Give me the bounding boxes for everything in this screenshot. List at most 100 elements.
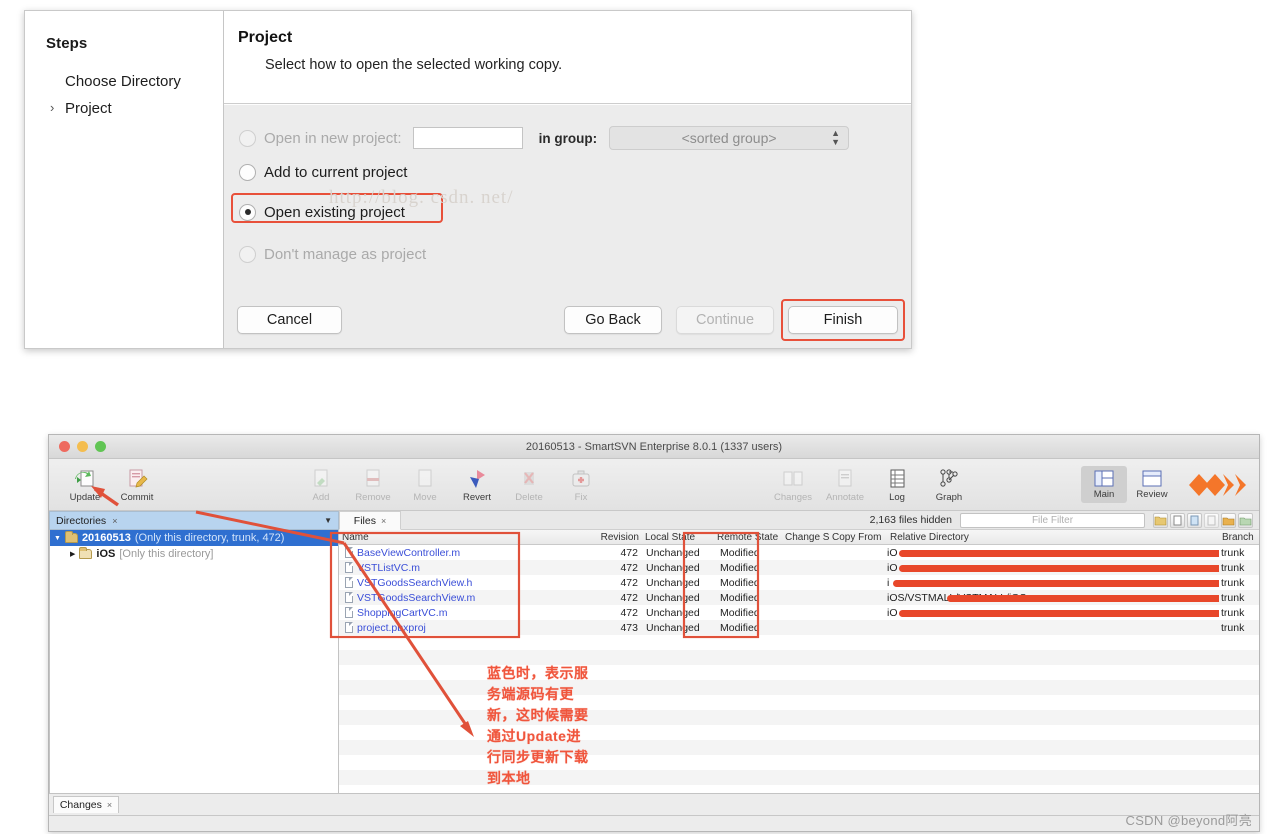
option-label: Add to current project <box>264 163 408 181</box>
close-tab-icon[interactable]: × <box>381 516 386 526</box>
tab-directories[interactable]: Directories × ▼ <box>49 511 339 530</box>
relative-dir-text: i <box>887 576 890 589</box>
view-button-label: Main <box>1093 489 1115 500</box>
wizard-header: Project Select how to open the selected … <box>224 11 911 104</box>
toolbar-label: Commit <box>120 491 154 503</box>
option-open-in-new-project[interactable]: Open in new project: in group: <sorted g… <box>236 121 911 155</box>
directory-row-root[interactable]: ▼ 20160513 (Only this directory, trunk, … <box>50 530 338 546</box>
toolbar-revert-button[interactable]: Revert <box>451 467 503 503</box>
table-row[interactable]: VSTGoodsSearchView.h 472 Unchanged Modif… <box>339 575 1259 590</box>
group-select-value: <sorted group> <box>681 130 777 146</box>
tab-files[interactable]: Files × <box>339 511 401 530</box>
file-name: project.pbxproj <box>357 621 426 634</box>
file-local-state: Unchanged <box>646 606 700 619</box>
toolbar-label: Move <box>413 491 437 503</box>
table-row[interactable]: VSTGoodsSearchView.m 472 Unchanged Modif… <box>339 590 1259 605</box>
cancel-button[interactable]: Cancel <box>237 306 342 334</box>
file-name: VSTListVC.m <box>357 561 421 574</box>
wizard-title: Project <box>238 29 293 46</box>
steps-heading: Steps <box>46 35 88 52</box>
file-relative-directory: iO <box>887 547 1219 559</box>
show-files-icon[interactable] <box>1170 512 1185 528</box>
toolbar-commit-button[interactable]: Commit <box>111 467 163 503</box>
table-row[interactable]: ShoppingCartVC.m 472 Unchanged Modified … <box>339 605 1259 620</box>
chevron-right-icon: › <box>50 100 55 115</box>
toolbar-log-button[interactable]: Log <box>871 467 923 503</box>
radio-add-to-current-project[interactable] <box>239 163 256 181</box>
directory-note: (Only this directory, trunk, 472) <box>134 532 285 544</box>
show-folders-icon[interactable] <box>1153 512 1168 528</box>
file-revision: 472 <box>620 606 638 619</box>
table-row[interactable]: project.pbxproj 473 Unchanged Modified t… <box>339 620 1259 635</box>
smartsvn-logo-icon <box>1187 468 1247 502</box>
toolbar-update-button[interactable]: Update <box>59 467 111 503</box>
toolbar-move-button: Move <box>399 467 451 503</box>
show-unversioned-icon[interactable] <box>1204 512 1219 528</box>
radio-dont-manage-as-project[interactable] <box>239 245 256 263</box>
file-relative-directory: iOS/VSTMALL/VSTMALL/iOS <box>887 592 1219 604</box>
file-icon <box>345 547 353 558</box>
column-header-change-set[interactable]: Change Set <box>782 532 829 543</box>
toolbar-changes-button: Changes <box>767 467 819 503</box>
collapse-triangle-icon[interactable]: ▶ <box>70 550 75 558</box>
group-select[interactable]: <sorted group> ▲ ▼ <box>609 126 850 150</box>
log-icon <box>885 467 909 491</box>
table-row[interactable]: VSTListVC.m 472 Unchanged Modified iO tr… <box>339 560 1259 575</box>
wizard-step-project[interactable]: › Project <box>25 95 223 122</box>
column-header-branch[interactable]: Branch <box>1219 532 1259 543</box>
go-back-button[interactable]: Go Back <box>564 306 662 334</box>
column-header-local-state[interactable]: Local State <box>642 532 714 543</box>
option-dont-manage-as-project[interactable]: Don't manage as project <box>236 237 911 271</box>
file-name: VSTGoodsSearchView.m <box>357 591 476 604</box>
wizard-subtitle: Select how to open the selected working … <box>265 57 563 73</box>
column-header-copy-from[interactable]: Copy From <box>829 532 887 543</box>
toolbar-label: Fix <box>574 491 588 503</box>
column-header-name[interactable]: Name <box>339 532 584 543</box>
redaction-stroke <box>899 609 1219 617</box>
file-filter-input[interactable]: File Filter <box>960 512 1145 528</box>
view-button-review[interactable]: Review <box>1129 466 1175 503</box>
view-button-main[interactable]: Main <box>1081 466 1127 503</box>
redaction-stroke <box>899 564 1219 572</box>
smartsvn-window: 20160513 - SmartSVN Enterprise 8.0.1 (13… <box>48 434 1260 832</box>
radio-open-existing-project[interactable] <box>239 203 256 221</box>
close-tab-icon[interactable]: × <box>107 800 112 810</box>
panel-tabs-row: Directories × ▼ Files × 2,163 files hidd… <box>49 511 1259 530</box>
show-ignored-icon[interactable] <box>1221 512 1236 528</box>
file-icon <box>345 562 353 573</box>
file-relative-directory: iO <box>887 562 1219 574</box>
file-name: ShoppingCartVC.m <box>357 606 448 619</box>
expand-triangle-icon[interactable]: ▼ <box>54 535 61 542</box>
show-modified-icon[interactable] <box>1187 512 1202 528</box>
file-branch: trunk <box>1221 606 1245 619</box>
option-add-to-current-project[interactable]: Add to current project <box>236 155 911 189</box>
table-row[interactable]: BaseViewController.m 472 Unchanged Modif… <box>339 545 1259 560</box>
directory-label: 20160513 <box>81 532 131 544</box>
chevron-down-icon[interactable]: ▼ <box>324 516 332 525</box>
radio-open-in-new-project[interactable] <box>239 129 256 147</box>
move-icon <box>413 467 437 491</box>
toolbar-label: Add <box>312 491 330 503</box>
project-wizard-dialog: Steps Choose Directory › Project Project… <box>24 10 912 349</box>
relative-dir-text: iO <box>887 546 898 559</box>
file-name: BaseViewController.m <box>357 546 461 559</box>
directory-row-ios[interactable]: ▶ iOS [Only this directory] <box>50 546 338 562</box>
finish-button[interactable]: Finish <box>788 306 898 334</box>
file-view-toggles <box>1153 512 1253 528</box>
close-tab-icon[interactable]: × <box>112 516 117 526</box>
file-local-state: Unchanged <box>646 576 700 589</box>
new-project-name-input[interactable] <box>412 127 523 149</box>
file-relative-directory: i <box>887 577 1219 589</box>
main-content-area: ▼ 20160513 (Only this directory, trunk, … <box>49 530 1259 793</box>
file-revision: 472 <box>620 576 638 589</box>
option-open-existing-project[interactable]: Open existing project <box>231 193 911 229</box>
wizard-step-choose-directory[interactable]: Choose Directory <box>25 68 223 95</box>
column-header-relative-directory[interactable]: Relative Directory <box>887 532 1219 543</box>
column-header-remote-state[interactable]: Remote State <box>714 532 782 543</box>
file-remote-state: Modified <box>720 591 760 604</box>
file-local-state: Unchanged <box>646 591 700 604</box>
show-remote-icon[interactable] <box>1238 512 1253 528</box>
toolbar-graph-button[interactable]: Graph <box>923 467 975 503</box>
column-header-revision[interactable]: Revision <box>584 532 642 543</box>
tab-changes[interactable]: Changes × <box>53 796 119 813</box>
